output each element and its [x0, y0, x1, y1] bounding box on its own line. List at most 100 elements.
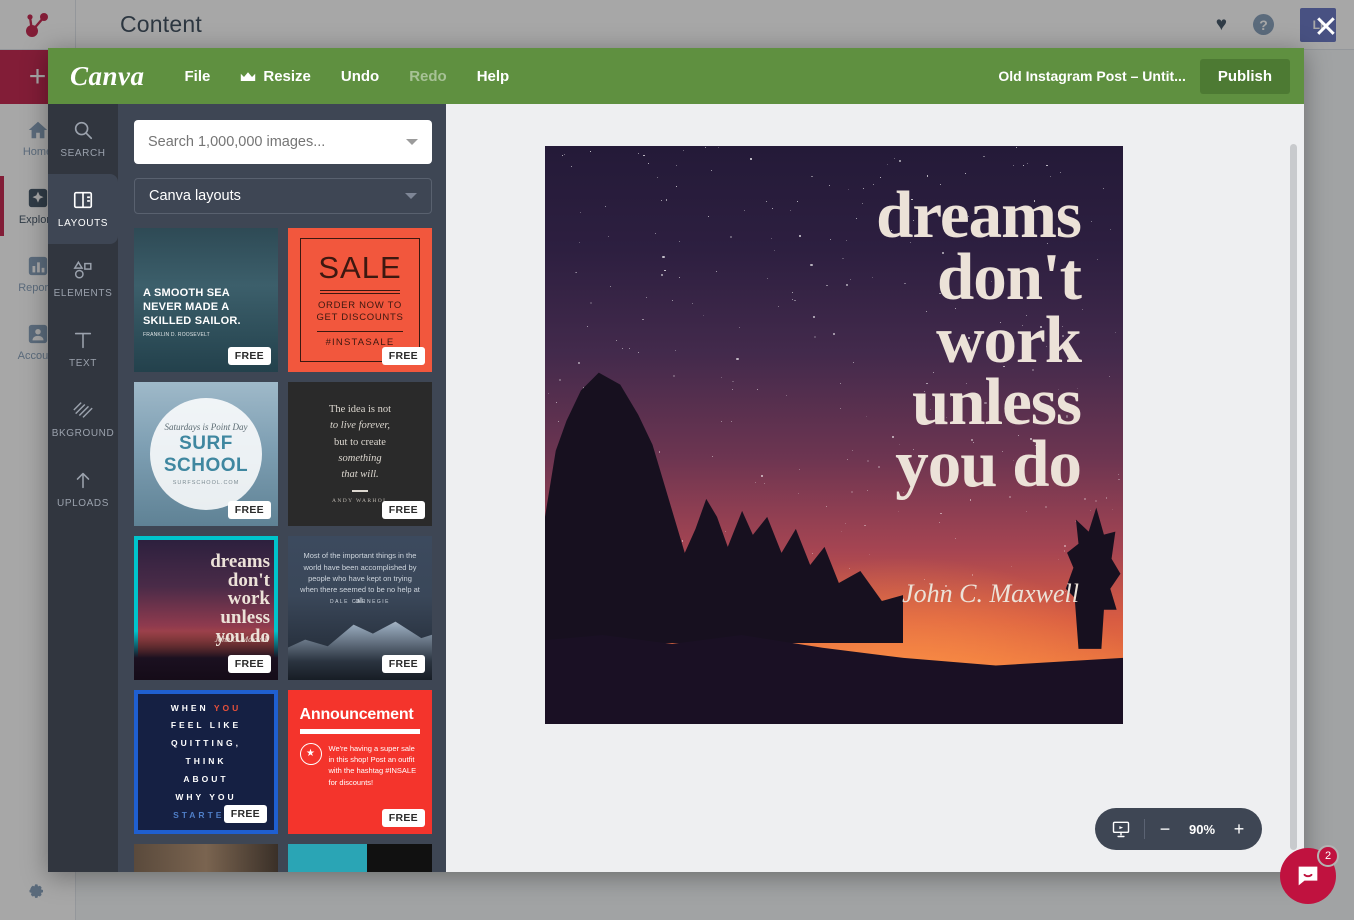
free-badge: FREE — [381, 655, 425, 673]
thumb-headline: SALE — [318, 249, 402, 285]
search-box[interactable] — [134, 120, 432, 164]
quote-line-4: unless — [911, 364, 1082, 439]
canvas-stage[interactable]: dreams don't work unless you do John C. … — [446, 104, 1304, 872]
layout-thumbnail[interactable]: Announcement ★ We're having a super sale… — [288, 690, 432, 834]
chat-bubble-icon[interactable]: 2 — [1280, 845, 1339, 904]
text-t-icon — [72, 329, 94, 351]
layouts-panel: Canva layouts A SMOOTH SEA NEVER MADE A … — [118, 104, 446, 872]
canva-logo[interactable]: Canva — [70, 61, 145, 92]
thumb-line-5: that will. — [341, 469, 379, 481]
thumb-line-4: THINK — [185, 756, 227, 767]
canva-editor-modal: Canva File Resize Undo Redo Help Old Ins — [48, 48, 1304, 872]
artboard-quote[interactable]: dreams don't work unless you do — [876, 178, 1082, 502]
quote-line-5: you do — [895, 427, 1082, 502]
menu-resize[interactable]: Resize — [240, 68, 311, 85]
layout-thumbnail[interactable]: A SMOOTH SEA NEVER MADE A SKILLED SAILOR… — [134, 228, 278, 372]
divider — [1144, 819, 1145, 839]
crown-icon — [240, 70, 256, 82]
rail-item-uploads[interactable]: UPLOADS — [48, 454, 118, 524]
free-badge: FREE — [223, 805, 267, 823]
canva-toolbar-right: Old Instagram Post – Untit... Publish — [998, 58, 1290, 94]
rail-item-label: ELEMENTS — [53, 288, 113, 299]
thumb-line-6: WHY YOU — [175, 791, 237, 802]
thumb-line-1: The idea is not — [328, 404, 392, 416]
quote-line-3: work — [936, 302, 1082, 377]
layout-thumbnail[interactable] — [288, 844, 432, 872]
thumbnail-caption: We're having a super sale in this shop! … — [328, 743, 417, 787]
thumbnail-caption: Most of the important things in the worl… — [300, 551, 420, 606]
thumb-rule — [317, 331, 403, 333]
rail-item-label: SEARCH — [60, 148, 106, 159]
quote-line-2: don't — [937, 240, 1082, 315]
upload-arrow-icon — [72, 469, 94, 491]
layout-thumbnail[interactable]: Saturdays is Point Day SURF SCHOOL SURFS… — [134, 382, 278, 526]
thumb-rule — [351, 490, 368, 493]
rail-item-elements[interactable]: ELEMENTS — [48, 244, 118, 314]
rail-item-label: UPLOADS — [57, 498, 109, 509]
thumb-line-3: but to create — [334, 436, 386, 448]
present-icon[interactable] — [1111, 819, 1131, 839]
menu-file[interactable]: File — [185, 68, 211, 85]
thumbnail-caption: SALE ORDER NOW TO GET DISCOUNTS #INSTASA… — [299, 238, 421, 362]
thumb-line-2: to live forever, — [330, 420, 390, 432]
thumb-url: SURFSCHOOL.COM — [172, 480, 240, 486]
thumb-line-5: ABOUT — [183, 773, 229, 784]
canvas-scrollbar[interactable] — [1290, 144, 1297, 850]
layouts-filter-value: Canva layouts — [149, 188, 241, 204]
thumb-author: John C. Maxwell — [214, 635, 269, 645]
thumb-rule — [299, 728, 421, 734]
chevron-down-icon[interactable] — [406, 139, 418, 145]
thumbnail-caption: The idea is not to live forever, but to … — [329, 402, 391, 506]
menu-redo-label: Redo — [409, 67, 447, 85]
menu-file-label: File — [184, 67, 211, 85]
menu-undo[interactable]: Undo — [341, 68, 379, 85]
magnifier-icon — [72, 119, 94, 141]
menu-help[interactable]: Help — [477, 68, 510, 85]
thumb-line-1: WHEN — [170, 702, 209, 713]
layouts-filter-select[interactable]: Canva layouts — [134, 178, 432, 214]
menu-redo: Redo — [409, 68, 447, 85]
zoom-in-button[interactable]: + — [1232, 820, 1246, 838]
publish-button[interactable]: Publish — [1199, 58, 1290, 94]
zoom-out-button[interactable]: − — [1158, 820, 1172, 838]
rail-item-search[interactable]: SEARCH — [48, 104, 118, 174]
layout-thumbnail[interactable]: Most of the important things in the worl… — [288, 536, 432, 680]
artboard-attribution[interactable]: John C. Maxwell — [902, 579, 1079, 609]
thumbnail-caption: A SMOOTH SEA NEVER MADE A SKILLED SAILOR… — [143, 286, 241, 339]
layout-thumbnail[interactable]: SALE ORDER NOW TO GET DISCOUNTS #INSTASA… — [288, 228, 432, 372]
chevron-down-icon[interactable] — [405, 193, 417, 199]
chat-badge: 2 — [1317, 845, 1339, 867]
rail-item-text[interactable]: TEXT — [48, 314, 118, 384]
rail-item-bkground[interactable]: BKGROUND — [48, 384, 118, 454]
megaphone-icon: ★ — [299, 742, 322, 765]
canva-body: SEARCH LAYOUTS ELEMENTS TEXT BKGROUND UP… — [48, 104, 1304, 872]
layout-thumbnail[interactable]: WHEN YOU FEEL LIKE QUITTING, THINK ABOUT… — [134, 690, 278, 834]
thumb-line-4: something — [338, 452, 382, 464]
thumb-sub-1: ORDER NOW TO — [317, 299, 403, 311]
search-input[interactable] — [148, 134, 406, 150]
thumb-line-1: A SMOOTH SEA — [143, 286, 230, 299]
layout-thumbnail-selected[interactable]: dreams don't work unless you do John C. … — [134, 536, 278, 680]
shapes-icon — [72, 259, 94, 281]
artboard[interactable]: dreams don't work unless you do John C. … — [545, 146, 1123, 724]
canva-tool-rail: SEARCH LAYOUTS ELEMENTS TEXT BKGROUND UP… — [48, 104, 118, 872]
rail-item-label: BKGROUND — [51, 428, 115, 439]
free-badge: FREE — [227, 347, 271, 365]
free-badge: FREE — [381, 501, 425, 519]
canva-toolbar: Canva File Resize Undo Redo Help Old Ins — [48, 48, 1304, 104]
thumb-name: SURF SCHOOL — [163, 433, 249, 476]
thumb-author: DALE CARNEGIE — [329, 599, 391, 606]
quote-line-1: dreams — [876, 178, 1082, 252]
document-title[interactable]: Old Instagram Post – Untit... — [998, 68, 1185, 84]
layout-thumbnail[interactable] — [134, 844, 278, 872]
close-icon[interactable]: ✕ — [1308, 10, 1344, 46]
thumbnail-caption: Saturdays is Point Day SURF SCHOOL SURFS… — [149, 397, 263, 511]
thumb-line-3: QUITTING, — [171, 738, 241, 749]
free-badge: FREE — [227, 655, 271, 673]
layout-thumbnail[interactable]: The idea is not to live forever, but to … — [288, 382, 432, 526]
rail-item-label: TEXT — [69, 358, 97, 369]
rail-item-layouts[interactable]: LAYOUTS — [48, 174, 118, 244]
thumb-line-3: SKILLED SAILOR. — [143, 314, 241, 327]
thumb-author: FRANKLIN D. ROOSEVELT — [143, 331, 210, 338]
thumb-rule — [319, 289, 401, 294]
